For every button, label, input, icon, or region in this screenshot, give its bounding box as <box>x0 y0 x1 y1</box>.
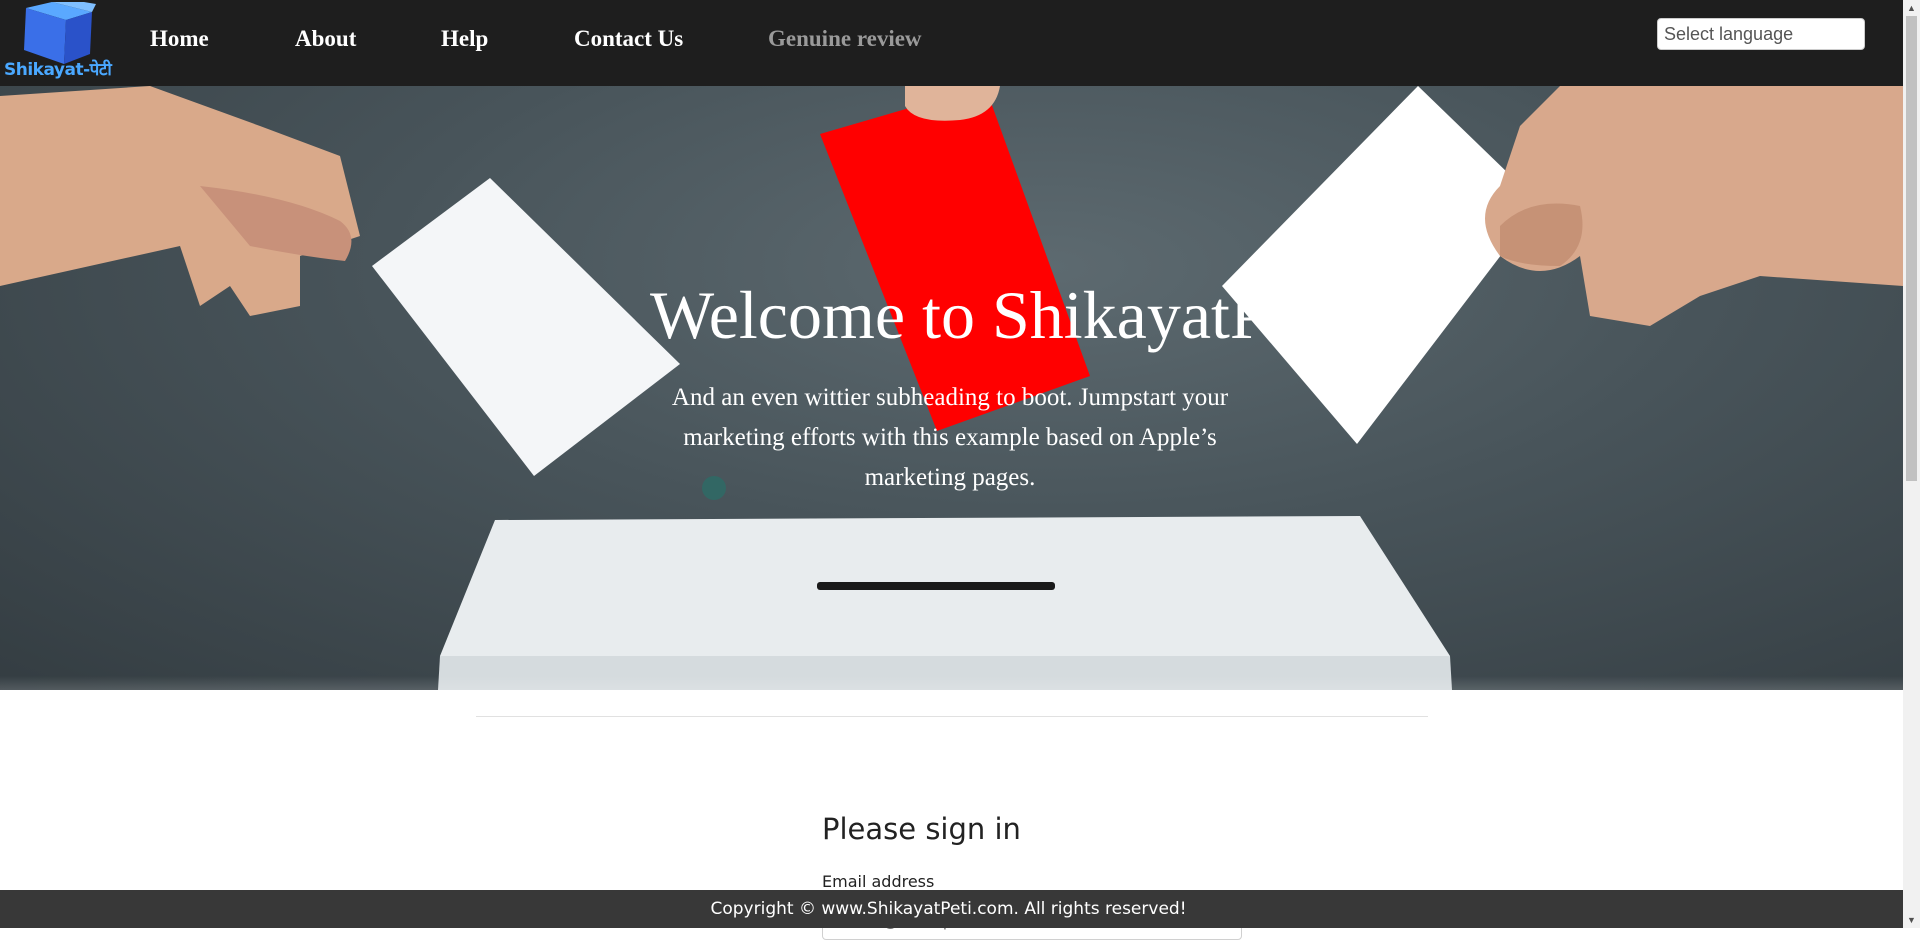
hero-subtitle: And an even wittier subheading to boot. … <box>671 384 1229 491</box>
page-scrollbar[interactable]: ▲ ▼ <box>1903 0 1920 928</box>
scroll-up-arrow-icon[interactable]: ▲ <box>1903 0 1920 16</box>
nav-about-link[interactable]: About <box>295 26 356 52</box>
footer-bar: Copyright © www.ShikayatPeti.com. All ri… <box>0 890 1903 928</box>
language-select[interactable]: Select language <box>1657 18 1865 50</box>
site-logo[interactable]: Shikayat-पेटी <box>4 2 112 80</box>
hero-bottom-edge <box>0 676 1903 690</box>
nav-help-link[interactable]: Help <box>441 26 488 52</box>
hero-title: Welcome to ShikayatP <box>650 277 1268 353</box>
top-navbar: Shikayat-पेटी Home About Help Contact Us… <box>0 0 1903 86</box>
nav-genuine-review-link[interactable]: Genuine review <box>768 26 922 52</box>
hero-banner: Welcome to ShikayatP And an even wittier… <box>0 86 1903 690</box>
logo-text: Shikayat-पेटी <box>4 60 112 80</box>
email-label: Email address <box>822 872 935 891</box>
section-divider <box>476 716 1428 717</box>
scrollbar-thumb[interactable] <box>1906 16 1917 481</box>
footer-copyright: Copyright © www.ShikayatPeti.com. All ri… <box>710 899 1187 919</box>
box-logo-icon <box>24 2 96 64</box>
scroll-down-arrow-icon[interactable]: ▼ <box>1903 912 1920 928</box>
nav-contact-link[interactable]: Contact Us <box>574 26 683 52</box>
signin-title: Please sign in <box>822 812 1021 846</box>
nav-home-link[interactable]: Home <box>150 26 209 52</box>
